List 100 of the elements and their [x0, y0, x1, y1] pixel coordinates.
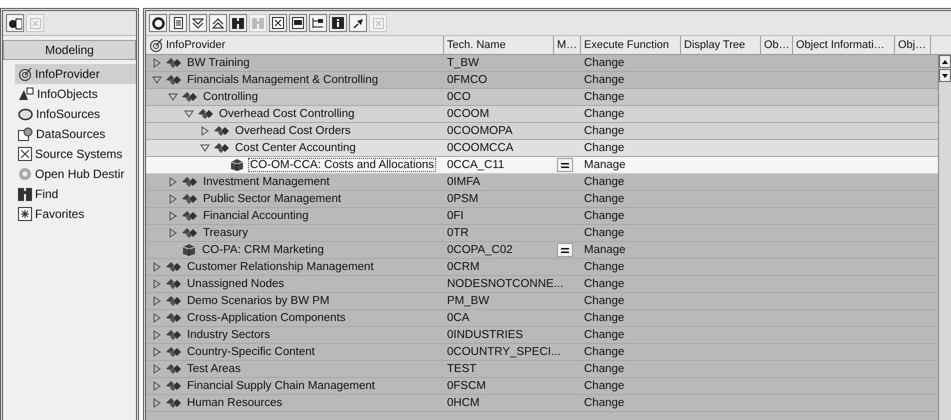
table-row[interactable]: Treasury 0TR Change	[146, 225, 938, 242]
toolbar-button[interactable]	[189, 14, 207, 32]
table-row[interactable]: Overhead Cost Orders 0COOMOPA Change	[146, 123, 938, 140]
table-row[interactable]: Cross-Application Components 0CA Change	[146, 310, 938, 327]
status-button[interactable]	[557, 158, 573, 172]
table-cell: 0COPA_C02	[447, 244, 513, 256]
table-row[interactable]: Financial Accounting 0FI Change	[146, 208, 938, 225]
table-cell: 0FSCM	[447, 380, 486, 392]
table-row[interactable]: Investment Management 0IMFA Change	[146, 174, 938, 191]
table-row[interactable]: Industry Sectors 0INDUSTRIES Change	[146, 327, 938, 344]
collapse-triangle-icon[interactable]	[200, 143, 210, 153]
table-cell: 0CA	[447, 312, 470, 324]
column-header[interactable]: Tech. Name	[444, 36, 554, 54]
scroll-up-button[interactable]	[939, 55, 951, 68]
tree-node-label: Financial Accounting	[202, 209, 310, 223]
panel-title: Modeling	[3, 40, 136, 60]
table-cell: PM_BW	[447, 295, 490, 307]
column-header[interactable]: Ob…	[761, 36, 793, 54]
toolbar-button[interactable]	[209, 14, 227, 32]
tree-node-label: Human Resources	[186, 396, 284, 410]
table-row[interactable]: Controlling 0CO Change	[146, 89, 938, 106]
table-cell: Change	[584, 142, 624, 154]
table-row[interactable]: Financial Supply Chain Management 0FSCM Change	[146, 378, 938, 395]
infoarea-icon	[166, 381, 181, 391]
table-row[interactable]: Customer Relationship Management 0CRM Change	[146, 259, 938, 276]
tree-node-label: Industry Sectors	[186, 328, 272, 342]
disc-icon	[18, 108, 33, 120]
table-row[interactable]: CO-OM-CCA: Costs and Allocations 0CCA_C11 Manage	[146, 157, 938, 174]
cube-icon	[182, 243, 196, 257]
sidebar-item[interactable]: InfoSources	[15, 104, 136, 124]
table-cell: 0INDUSTRIES	[447, 329, 524, 341]
binoculars-icon	[252, 17, 264, 29]
toolbar-button[interactable]	[289, 14, 307, 32]
column-header[interactable]: M…	[554, 36, 581, 54]
table-cell: Change	[584, 108, 624, 120]
table-cell: Manage	[584, 244, 626, 256]
toolbar-button[interactable]	[169, 14, 187, 32]
toolbar-button[interactable]	[329, 14, 347, 32]
table-row[interactable]: Demo Scenarios by BW PM PM_BW Change	[146, 293, 938, 310]
table-row[interactable]: Country-Specific Content 0COUNTRY_SPECI... Change	[146, 344, 938, 361]
table-cell: NODESNOTCONNE...	[447, 278, 564, 290]
toolbar-button[interactable]	[149, 14, 167, 32]
sidebar-item[interactable]: Source Systems	[15, 144, 136, 164]
table-row[interactable]: Test Areas TEST Change	[146, 361, 938, 378]
expand-triangle-icon[interactable]	[200, 126, 210, 136]
sidebar-item[interactable]: InfoObjects	[15, 84, 136, 104]
table-cell: 0TR	[447, 227, 469, 239]
toolbar-button[interactable]	[229, 14, 247, 32]
column-header[interactable]: Obj…	[895, 36, 931, 54]
favorites-icon	[18, 207, 32, 221]
infoarea-icon	[182, 194, 197, 204]
table-cell: Change	[584, 295, 624, 307]
table-row[interactable]: Financials Management & Controlling 0FMCO Change	[146, 72, 938, 89]
column-header[interactable]: Object Informati…	[793, 36, 895, 54]
infoarea-icon	[182, 92, 197, 102]
expand-all-icon	[192, 18, 204, 28]
table-row[interactable]: Public Sector Management 0PSM Change	[146, 191, 938, 208]
target-icon	[18, 67, 32, 81]
table-row[interactable]: Unassigned Nodes NODESNOTCONNE... Change	[146, 276, 938, 293]
table-cell: Change	[584, 397, 624, 409]
scroll-down-button[interactable]	[939, 69, 951, 82]
table-row[interactable]: Overhead Cost Controlling 0COOM Change	[146, 106, 938, 123]
sidebar-item[interactable]: Open Hub Destir	[15, 164, 136, 184]
table-cell: 0FMCO	[447, 74, 488, 86]
column-header[interactable]: Display Tree	[681, 36, 761, 54]
tree-node-label: Unassigned Nodes	[186, 277, 286, 291]
toolbar-button[interactable]	[349, 14, 367, 32]
infoarea-icon	[166, 279, 181, 289]
sidebar-item[interactable]: DataSources	[15, 124, 136, 144]
table-cell: Change	[584, 363, 624, 375]
list-icon	[174, 17, 182, 29]
table-cell: Change	[584, 380, 624, 392]
table-row[interactable]: Cost Center Accounting 0COOMCCA Change	[146, 140, 938, 157]
tree-node-label: Cross-Application Components	[186, 311, 347, 325]
table-cell: 0PSM	[447, 193, 478, 205]
column-header[interactable]: InfoProvider	[146, 36, 444, 54]
toolbar-button[interactable]	[309, 14, 327, 32]
table-cell: Change	[584, 261, 624, 273]
sidebar-item[interactable]: InfoProvider	[15, 64, 136, 84]
column-header[interactable]: Execute Function	[581, 36, 681, 54]
table-cell: Change	[584, 74, 624, 86]
sidebar-item[interactable]: Find	[15, 184, 136, 204]
expand-triangle-icon[interactable]	[152, 58, 162, 68]
table-cell: Change	[584, 346, 624, 358]
tree-node-label: Overhead Cost Orders	[234, 124, 352, 138]
toolbar-button[interactable]	[6, 14, 24, 32]
table-cell: Change	[584, 278, 624, 290]
table-cell: 0CCA_C11	[447, 159, 504, 171]
table-cell: Change	[584, 312, 624, 324]
tree-node-label: Cost Center Accounting	[234, 141, 357, 155]
tree-node-label: BW Training	[186, 56, 251, 70]
table-row[interactable]: CO-PA: CRM Marketing 0COPA_C02 Manage	[146, 242, 938, 259]
table-cell: Change	[584, 57, 624, 69]
toolbar-button[interactable]	[269, 14, 287, 32]
table-row[interactable]: BW Training T_BW Change	[146, 55, 938, 72]
status-button[interactable]	[557, 243, 573, 257]
sidebar-item[interactable]: Favorites	[15, 204, 136, 224]
table-cell: Change	[584, 210, 624, 222]
tree-node-label: Treasury	[202, 226, 249, 240]
table-row[interactable]: Human Resources 0HCM Change	[146, 395, 938, 412]
